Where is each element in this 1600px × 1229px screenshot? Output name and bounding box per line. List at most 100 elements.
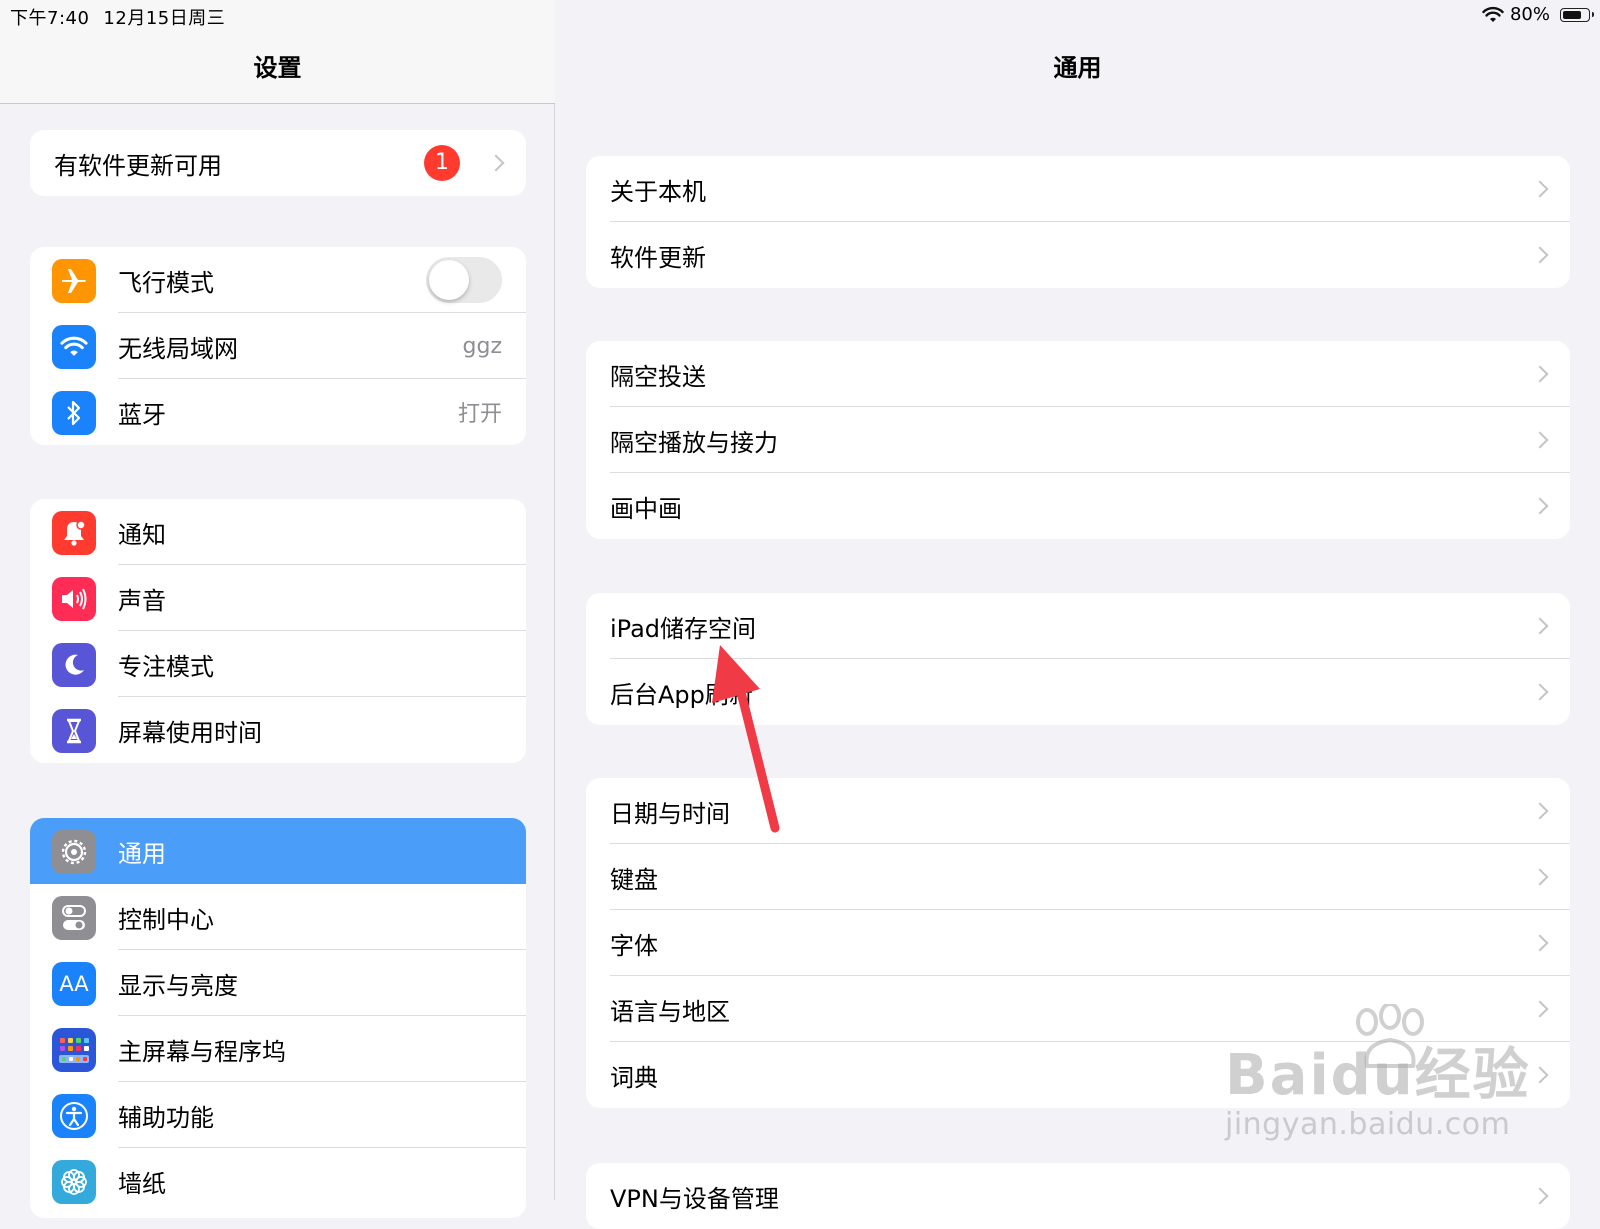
detail-group-storage: iPad储存空间 后台App刷新 [586,593,1570,725]
airplane-mode-toggle[interactable] [426,257,502,303]
detail-title: 通用 [1053,54,1102,82]
software-update-available-row[interactable]: 有软件更新可用 1 [30,130,526,196]
detail-group-about: 关于本机 软件更新 [586,156,1570,288]
sidebar-item-label: 蓝牙 [118,400,166,429]
sidebar-item-wifi[interactable]: 无线局域网 ggz [30,313,526,379]
sidebar-item-bluetooth[interactable]: 蓝牙 打开 [30,379,526,445]
sidebar-item-focus[interactable]: 专注模式 [30,631,526,697]
language-region-row[interactable]: 语言与地区 [586,976,1570,1042]
airplay-handoff-row[interactable]: 隔空播放与接力 [586,407,1570,473]
airplane-icon [52,259,96,303]
chevron-right-icon [1531,617,1549,635]
bluetooth-icon [52,391,96,435]
chevron-right-icon [1531,365,1549,383]
chevron-right-icon [1531,246,1549,264]
general-group: 通用 控制中心 AA 显示与亮度 主屏幕与程序坞 辅助功能 墙纸 [30,818,526,1218]
chevron-right-icon [1531,1066,1549,1084]
chevron-right-icon [1531,1187,1549,1205]
sidebar-item-home-screen-dock[interactable]: 主屏幕与程序坞 [30,1016,526,1082]
sidebar-item-screen-time[interactable]: 屏幕使用时间 [30,697,526,763]
keyboard-row[interactable]: 键盘 [586,844,1570,910]
row-label: 字体 [610,931,658,960]
chevron-right-icon [1531,180,1549,198]
row-label: 软件更新 [610,243,706,272]
row-label: VPN与设备管理 [610,1184,779,1213]
software-update-row[interactable]: 软件更新 [586,222,1570,288]
row-label: 词典 [610,1063,658,1092]
row-label: 隔空播放与接力 [610,428,778,457]
sidebar-item-accessibility[interactable]: 辅助功能 [30,1082,526,1148]
chevron-right-icon [1531,497,1549,515]
toggle-knob [429,260,469,300]
speaker-icon [52,577,96,621]
wifi-network-name: ggz [462,333,502,359]
sidebar-item-label: 显示与亮度 [118,971,238,1000]
watermark-url: jingyan.baidu.com [1225,1107,1511,1142]
row-label: iPad储存空间 [610,614,757,643]
chevron-right-icon [1531,683,1549,701]
sidebar-item-label: 通知 [118,520,166,549]
sidebar-item-general[interactable]: 通用 [30,818,526,884]
accessibility-icon [52,1094,96,1138]
battery-percent: 80% [1509,4,1550,25]
sidebar-item-notifications[interactable]: 通知 [30,499,526,565]
sidebar-item-label: 主屏幕与程序坞 [118,1037,286,1066]
row-label: 键盘 [610,865,658,894]
row-label: 关于本机 [610,177,706,206]
dictionary-row[interactable]: 词典 [586,1042,1570,1108]
gear-icon [52,830,96,874]
update-banner-label: 有软件更新可用 [54,151,222,180]
picture-in-picture-row[interactable]: 画中画 [586,473,1570,539]
update-badge: 1 [424,145,460,181]
row-label: 语言与地区 [610,997,730,1026]
sidebar-item-airplane-mode[interactable]: 飞行模式 [30,247,526,313]
notifications-group: 通知 声音 专注模式 屏幕使用时间 [30,499,526,763]
row-label: 后台App刷新 [610,680,753,709]
battery-icon [1560,7,1594,22]
status-date: 12月15日周三 [103,8,226,29]
status-bar: 下午7:40 12月15日周三 80% [0,0,1600,30]
sidebar-title: 设置 [253,54,302,82]
hourglass-icon [52,709,96,753]
sidebar-item-label: 声音 [118,586,166,615]
flower-icon [52,1160,96,1204]
vpn-device-management-row[interactable]: VPN与设备管理 [586,1163,1570,1229]
sidebar-item-wallpaper[interactable]: 墙纸 [30,1148,526,1214]
airdrop-row[interactable]: 隔空投送 [586,341,1570,407]
sidebar-item-label: 控制中心 [118,905,214,934]
settings-sidebar: 设置 有软件更新可用 1 飞行模式 无线局域网 ggz 蓝牙 打开 通知 声音 … [0,0,555,1218]
date-time-row[interactable]: 日期与时间 [586,778,1570,844]
sidebar-item-control-center[interactable]: 控制中心 [30,884,526,950]
detail-group-airdrop: 隔空投送 隔空播放与接力 画中画 [586,341,1570,539]
row-label: 隔空投送 [610,362,706,391]
sidebar-item-label: 墙纸 [118,1169,166,1198]
chevron-right-icon [1531,802,1549,820]
row-label: 画中画 [610,494,682,523]
sidebar-item-label: 专注模式 [118,652,214,681]
moon-icon [52,643,96,687]
wifi-status-icon [1482,6,1504,22]
connectivity-group: 飞行模式 无线局域网 ggz 蓝牙 打开 [30,247,526,445]
status-time: 下午7:40 [10,8,90,29]
chevron-right-icon [1531,934,1549,952]
sidebar-item-label: 无线局域网 [118,334,238,363]
bluetooth-status: 打开 [457,402,502,427]
sidebar-item-label: 通用 [118,839,166,868]
bell-icon [52,511,96,555]
background-app-refresh-row[interactable]: 后台App刷新 [586,659,1570,725]
chevron-right-icon [1531,1000,1549,1018]
sidebar-item-sounds[interactable]: 声音 [30,565,526,631]
home-grid-icon [52,1028,96,1072]
ipad-storage-row[interactable]: iPad储存空间 [586,593,1570,659]
switches-icon [52,896,96,940]
fonts-row[interactable]: 字体 [586,910,1570,976]
about-row[interactable]: 关于本机 [586,156,1570,222]
battery-fill [1563,10,1581,19]
sidebar-item-label: 屏幕使用时间 [118,718,262,747]
detail-group-vpn: VPN与设备管理 [586,1163,1570,1229]
update-banner[interactable]: 有软件更新可用 1 [30,130,526,196]
sidebar-item-display-brightness[interactable]: AA 显示与亮度 [30,950,526,1016]
text-size-icon: AA [52,962,96,1006]
chevron-right-icon [1531,431,1549,449]
sidebar-item-label: 辅助功能 [118,1103,214,1132]
